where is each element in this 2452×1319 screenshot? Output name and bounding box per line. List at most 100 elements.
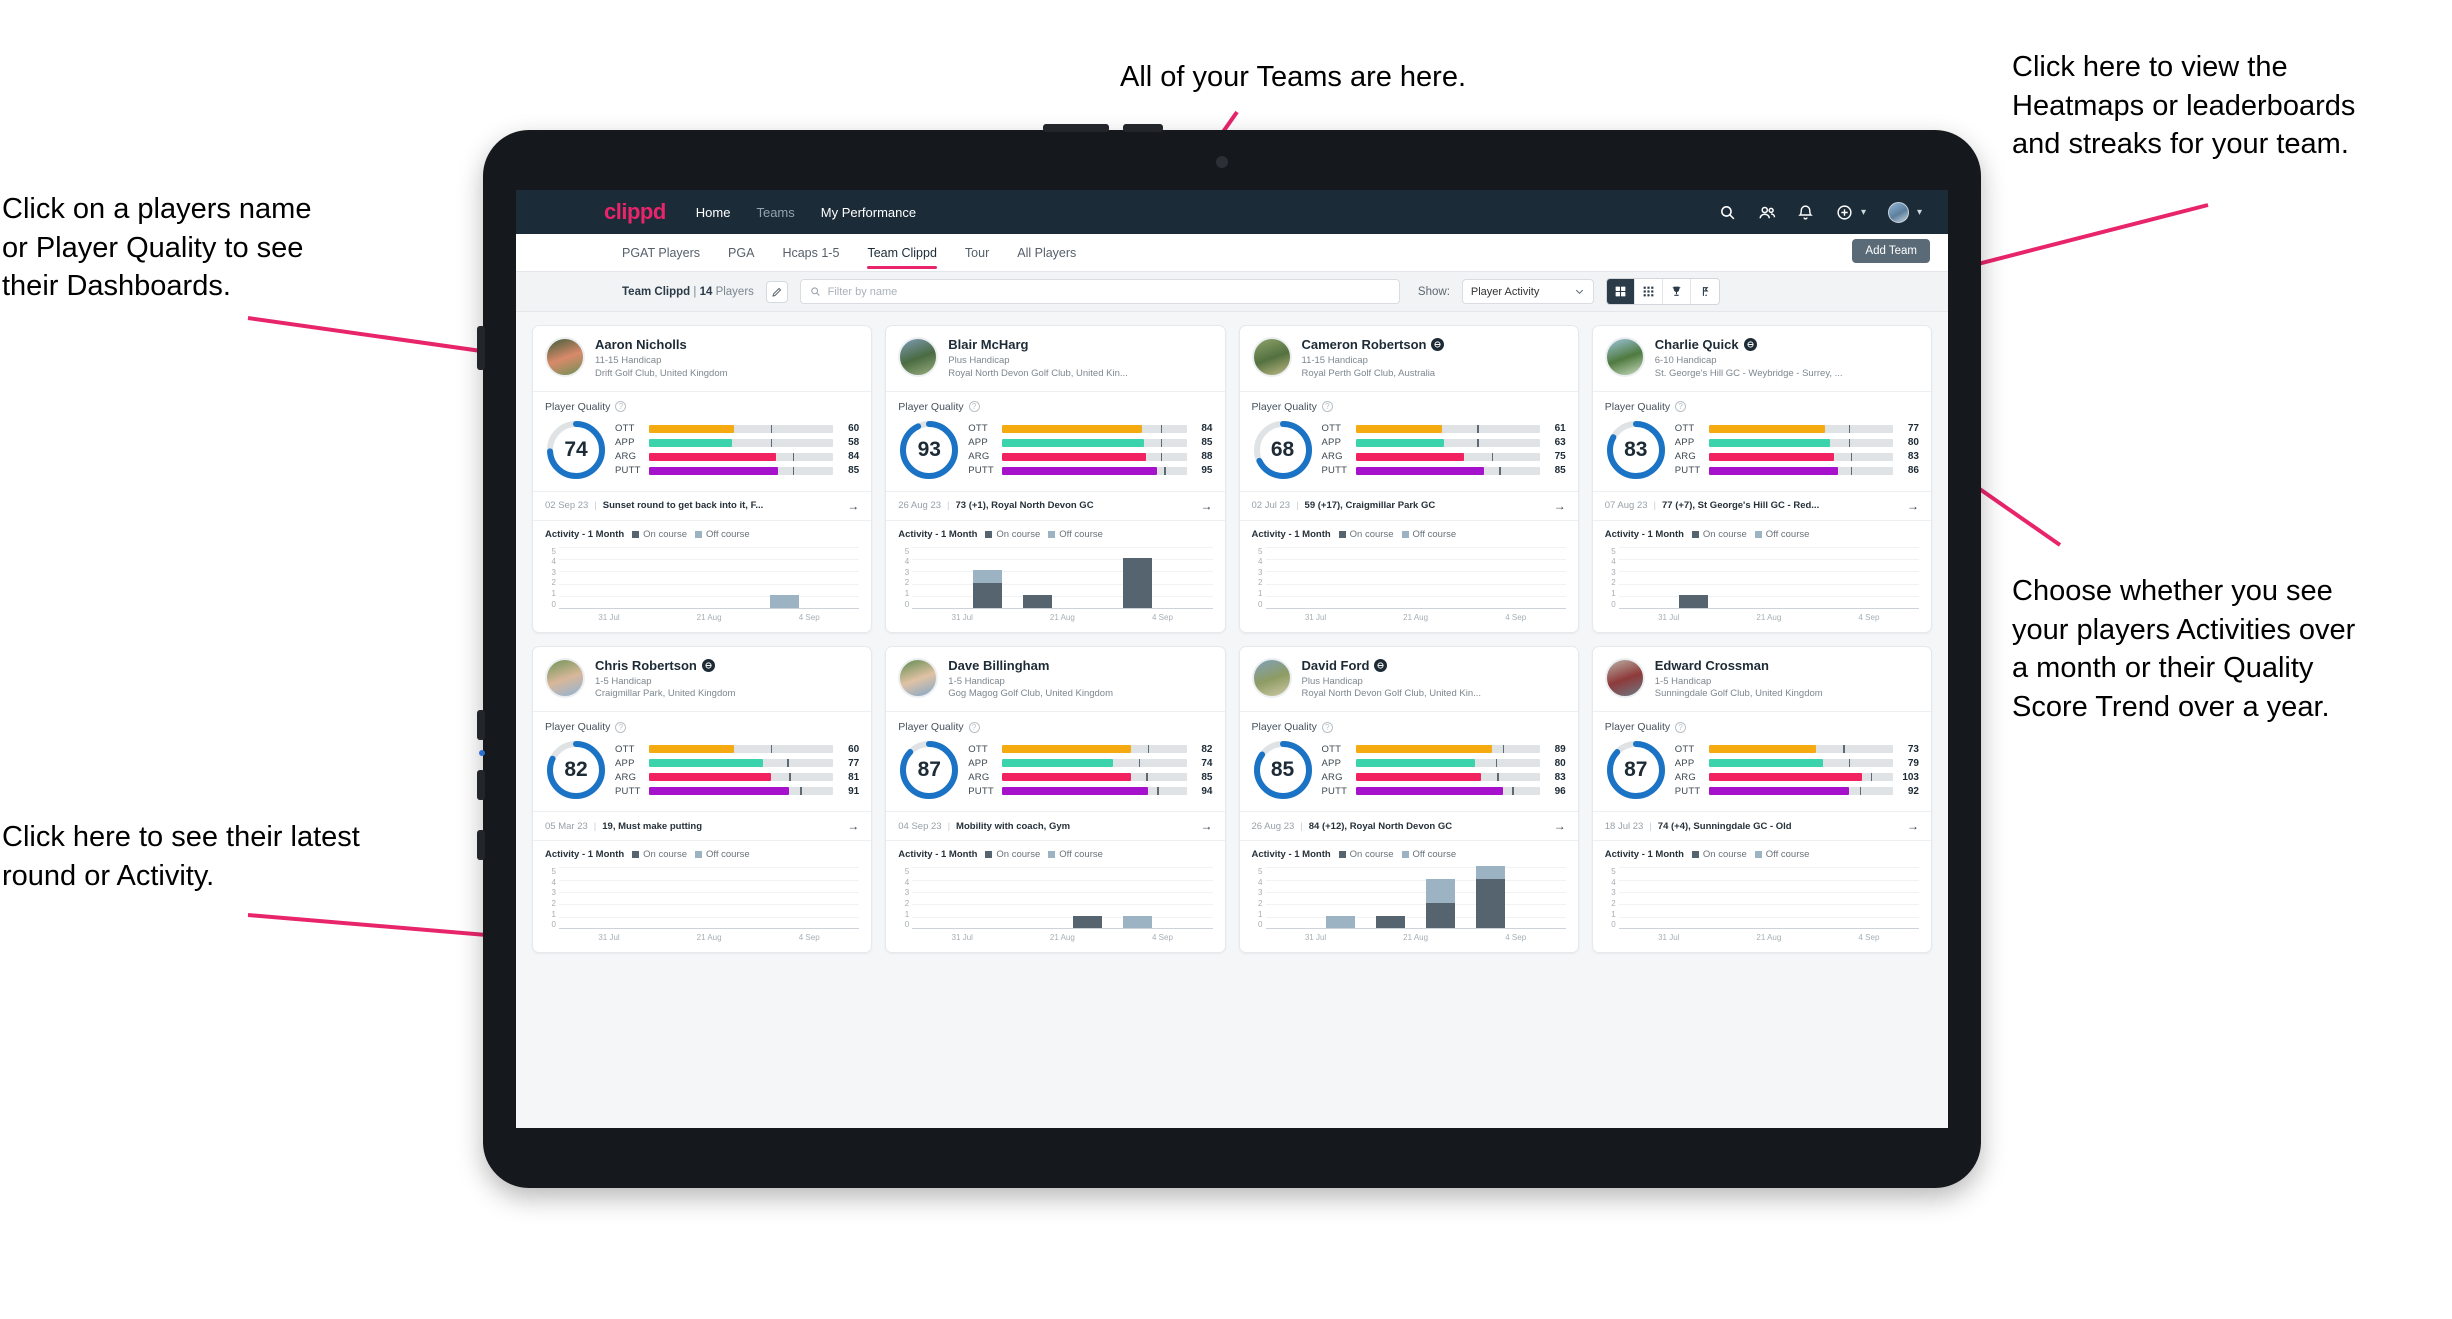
player-quality-section[interactable]: Player Quality? 82 OTT 60 APP 77 ARG 81 PUTT 91 xyxy=(533,712,871,811)
player-quality-section[interactable]: Player Quality? 85 OTT 89 APP 80 ARG 83 PUTT 96 xyxy=(1240,712,1578,811)
player-name[interactable]: Cameron Robertson xyxy=(1302,337,1445,352)
pencil-icon[interactable] xyxy=(765,280,788,303)
chevron-down-icon-profile[interactable]: ▾ xyxy=(1917,207,1922,218)
help-icon[interactable]: ? xyxy=(1321,721,1333,733)
player-avatar[interactable] xyxy=(898,337,939,377)
trophy-icon[interactable] xyxy=(1662,279,1691,304)
help-icon[interactable]: ? xyxy=(615,721,627,733)
latest-round-row[interactable]: 18 Jul 23 | 74 (+4), Sunningdale GC - Old → xyxy=(1592,811,1931,842)
player-card[interactable]: Aaron Nicholls 11-15 Handicap Drift Golf C… xyxy=(532,325,873,633)
tab-team-clippd[interactable]: Team Clippd xyxy=(867,234,938,271)
player-card[interactable]: Cameron Robertson 11-15 Handicap Royal Per… xyxy=(1238,325,1579,633)
y-tick: 3 xyxy=(1258,567,1263,577)
people-icon[interactable] xyxy=(1758,204,1776,221)
tab-all-players[interactable]: All Players xyxy=(1017,234,1076,271)
player-card[interactable]: Dave Billingham 1-5 Handicap Gog Magog Gol… xyxy=(885,645,1226,954)
arrow-right-icon[interactable]: → xyxy=(1907,819,1919,833)
player-card[interactable]: Blair McHarg Plus Handicap Royal North Dev… xyxy=(885,325,1226,633)
grid-large-view-button[interactable] xyxy=(1606,279,1635,304)
avatar[interactable] xyxy=(1887,201,1909,223)
arrow-right-icon[interactable]: → xyxy=(1201,819,1213,833)
player-card[interactable]: Charlie Quick 6-10 Handicap St. George's H… xyxy=(1591,325,1932,633)
player-avatar[interactable] xyxy=(1604,657,1645,698)
help-icon[interactable]: ? xyxy=(968,401,980,413)
player-avatar[interactable] xyxy=(545,337,585,377)
player-quality-section[interactable]: Player Quality? 93 OTT 84 APP 85 ARG 88 PUTT 95 xyxy=(886,392,1224,491)
arrow-right-icon[interactable]: → xyxy=(1554,819,1566,833)
help-icon[interactable]: ? xyxy=(1321,401,1333,413)
bar-group xyxy=(912,867,1212,929)
latest-round-row[interactable]: 02 Jul 23 | 59 (+17), Craigmillar Park GC → xyxy=(1239,490,1578,521)
player-avatar[interactable] xyxy=(1251,657,1292,698)
grid-small-view-button[interactable] xyxy=(1634,279,1663,304)
help-icon[interactable]: ? xyxy=(1675,401,1687,413)
nav-link-teams[interactable]: Teams xyxy=(756,205,794,220)
player-card[interactable]: David Ford Plus Handicap Royal North Devon… xyxy=(1238,645,1579,954)
player-quality-section[interactable]: Player Quality? 87 OTT 82 APP 74 ARG 85 PUTT 94 xyxy=(886,712,1224,811)
nav-link-my-performance[interactable]: My Performance xyxy=(821,205,916,220)
arrow-right-icon[interactable]: → xyxy=(1554,499,1566,513)
bell-icon[interactable] xyxy=(1797,204,1814,221)
player-avatar[interactable] xyxy=(1251,337,1292,377)
latest-round-row[interactable]: 04 Sep 23 | Mobility with coach, Gym → xyxy=(886,811,1225,842)
bar-slot xyxy=(1316,547,1366,608)
legend-swatch-on xyxy=(632,530,640,538)
search-field-wrapper[interactable] xyxy=(799,279,1400,304)
bar-slot xyxy=(1062,867,1112,929)
player-avatar[interactable] xyxy=(898,657,939,698)
player-card[interactable]: Edward Crossman 1-5 Handicap Sunningdale G… xyxy=(1591,645,1932,954)
legend-swatch-on xyxy=(985,851,993,859)
latest-round-row[interactable]: 26 Aug 23 | 73 (+1), Royal North Devon GC → xyxy=(886,490,1225,521)
chevron-down-icon-add[interactable]: ▾ xyxy=(1861,207,1866,218)
search-input[interactable] xyxy=(827,285,1390,298)
player-avatar[interactable] xyxy=(1604,337,1645,377)
arrow-right-icon[interactable]: → xyxy=(1201,499,1213,513)
player-name[interactable]: David Ford xyxy=(1302,658,1482,673)
activity-title: Activity - 1 Month xyxy=(1251,849,1331,861)
arrow-right-icon[interactable]: → xyxy=(847,819,859,833)
bar-slot xyxy=(1162,547,1212,608)
latest-round-row[interactable]: 07 Aug 23 | 77 (+7), St George's Hill GC -… xyxy=(1592,490,1931,521)
skill-benchmark-tick xyxy=(792,466,795,475)
bar-slot xyxy=(1619,547,1669,608)
add-team-button[interactable]: Add Team xyxy=(1852,239,1930,263)
tab-pgat-players[interactable]: PGAT Players xyxy=(622,234,700,271)
player-quality-section[interactable]: Player Quality? 68 OTT 61 APP 63 ARG 75 PUTT 85 xyxy=(1240,392,1578,491)
latest-round-row[interactable]: 05 Mar 23 | 19, Must make putting → xyxy=(533,811,872,842)
help-icon[interactable]: ? xyxy=(615,401,627,413)
tab-pga[interactable]: PGA xyxy=(728,234,754,271)
tab-tour[interactable]: Tour xyxy=(965,234,989,271)
player-name[interactable]: Aaron Nicholls xyxy=(595,337,728,352)
skill-fill xyxy=(1355,466,1485,475)
skill-bars: OTT 61 APP 63 ARG 75 PUTT 85 xyxy=(1322,423,1566,476)
help-icon[interactable]: ? xyxy=(1675,721,1687,733)
plot-area xyxy=(1265,546,1566,609)
player-club: Gog Magog Golf Club, United Kingdom xyxy=(948,688,1114,700)
skill-track xyxy=(649,438,834,447)
search-icon[interactable] xyxy=(1719,204,1736,221)
arrow-right-icon[interactable]: → xyxy=(847,499,859,513)
latest-round-row[interactable]: 26 Aug 23 | 84 (+12), Royal North Devon GC… xyxy=(1239,811,1578,842)
plus-circle-icon[interactable] xyxy=(1836,204,1853,221)
skill-fill xyxy=(649,466,778,475)
latest-round-row[interactable]: 02 Sep 23 | Sunset round to get back into … xyxy=(533,490,872,521)
player-name[interactable]: Charlie Quick xyxy=(1655,337,1843,352)
player-name[interactable]: Chris Robertson xyxy=(595,658,735,673)
player-quality-section[interactable]: Player Quality? 83 OTT 77 APP 80 ARG 83 PUTT 86 xyxy=(1593,392,1931,491)
search-icon xyxy=(811,287,820,296)
clippd-logo[interactable]: clippd xyxy=(604,199,666,225)
player-quality-section[interactable]: Player Quality? 87 OTT 73 APP 79 ARG 103 PUTT 92 xyxy=(1593,712,1931,811)
player-name[interactable]: Dave Billingham xyxy=(948,658,1113,673)
arrow-right-icon[interactable]: → xyxy=(1907,499,1919,513)
player-avatar[interactable] xyxy=(545,657,585,698)
player-name[interactable]: Edward Crossman xyxy=(1655,658,1823,673)
tab-hcaps-1-5[interactable]: Hcaps 1-5 xyxy=(782,234,839,271)
show-select[interactable]: Player Activity xyxy=(1461,279,1594,304)
help-icon[interactable]: ? xyxy=(968,721,980,733)
skill-benchmark-tick xyxy=(1850,452,1853,461)
player-name[interactable]: Blair McHarg xyxy=(948,337,1128,352)
flag-heatmap-icon[interactable] xyxy=(1690,279,1719,304)
player-quality-section[interactable]: Player Quality? 74 OTT 60 APP 58 ARG 84 PUTT 85 xyxy=(533,392,871,491)
nav-link-home[interactable]: Home xyxy=(696,205,731,220)
player-card[interactable]: Chris Robertson 1-5 Handicap Craigmillar P… xyxy=(532,645,873,954)
